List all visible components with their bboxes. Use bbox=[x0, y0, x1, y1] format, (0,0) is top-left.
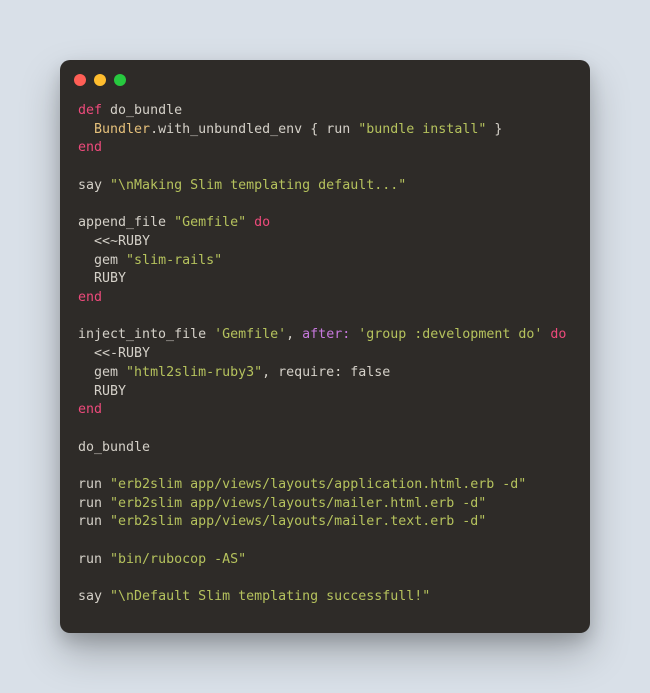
title-bar bbox=[60, 60, 590, 90]
string-literal: "\nMaking Slim templating default..." bbox=[110, 178, 406, 193]
heredoc-open: <<-RUBY bbox=[78, 346, 150, 361]
run-call: run bbox=[326, 122, 358, 137]
close-icon[interactable] bbox=[74, 74, 86, 86]
constant: Bundler bbox=[94, 122, 150, 137]
keyword-end: end bbox=[78, 290, 102, 305]
string-literal: "slim-rails" bbox=[126, 253, 222, 268]
comma: , bbox=[286, 327, 302, 342]
keyword-do: do bbox=[254, 215, 270, 230]
heredoc-line: gem bbox=[78, 365, 126, 380]
method-call: with_unbundled_env bbox=[158, 122, 302, 137]
terminal-window: def do_bundle Bundler.with_unbundled_env… bbox=[60, 60, 590, 633]
string-literal: 'group :development do' bbox=[358, 327, 542, 342]
keyword-do: do bbox=[550, 327, 566, 342]
heredoc-open: <<~RUBY bbox=[78, 234, 150, 249]
string-literal: "erb2slim app/views/layouts/mailer.text.… bbox=[110, 514, 486, 529]
keyword-def: def bbox=[78, 103, 102, 118]
string-literal: "bundle install" bbox=[358, 122, 486, 137]
string-literal: "html2slim-ruby3" bbox=[126, 365, 262, 380]
space bbox=[246, 215, 254, 230]
run-call: run bbox=[78, 514, 110, 529]
inject-into-file-call: inject_into_file bbox=[78, 327, 214, 342]
method-name: do_bundle bbox=[102, 103, 182, 118]
code-block: def do_bundle Bundler.with_unbundled_env… bbox=[60, 90, 590, 633]
keyword-end: end bbox=[78, 402, 102, 417]
keyword-end: end bbox=[78, 140, 102, 155]
indent bbox=[78, 122, 94, 137]
brace: } bbox=[486, 122, 502, 137]
string-literal: "Gemfile" bbox=[174, 215, 246, 230]
heredoc-line: , require: bbox=[262, 365, 350, 380]
string-literal: "\nDefault Slim templating successfull!" bbox=[110, 589, 430, 604]
string-literal: "erb2slim app/views/layouts/application.… bbox=[110, 477, 526, 492]
say-call: say bbox=[78, 178, 110, 193]
method-call: do_bundle bbox=[78, 440, 150, 455]
run-call: run bbox=[78, 496, 110, 511]
string-literal: "bin/rubocop -AS" bbox=[110, 552, 246, 567]
append-file-call: append_file bbox=[78, 215, 174, 230]
dot: . bbox=[150, 122, 158, 137]
heredoc-close: RUBY bbox=[78, 384, 126, 399]
string-literal: "erb2slim app/views/layouts/mailer.html.… bbox=[110, 496, 486, 511]
brace: { bbox=[302, 122, 326, 137]
minimize-icon[interactable] bbox=[94, 74, 106, 86]
maximize-icon[interactable] bbox=[114, 74, 126, 86]
run-call: run bbox=[78, 477, 110, 492]
heredoc-line: gem bbox=[78, 253, 126, 268]
run-call: run bbox=[78, 552, 110, 567]
bool-literal: false bbox=[350, 365, 390, 380]
say-call: say bbox=[78, 589, 110, 604]
symbol-key: after: bbox=[302, 327, 350, 342]
string-literal: 'Gemfile' bbox=[214, 327, 286, 342]
heredoc-close: RUBY bbox=[78, 271, 126, 286]
